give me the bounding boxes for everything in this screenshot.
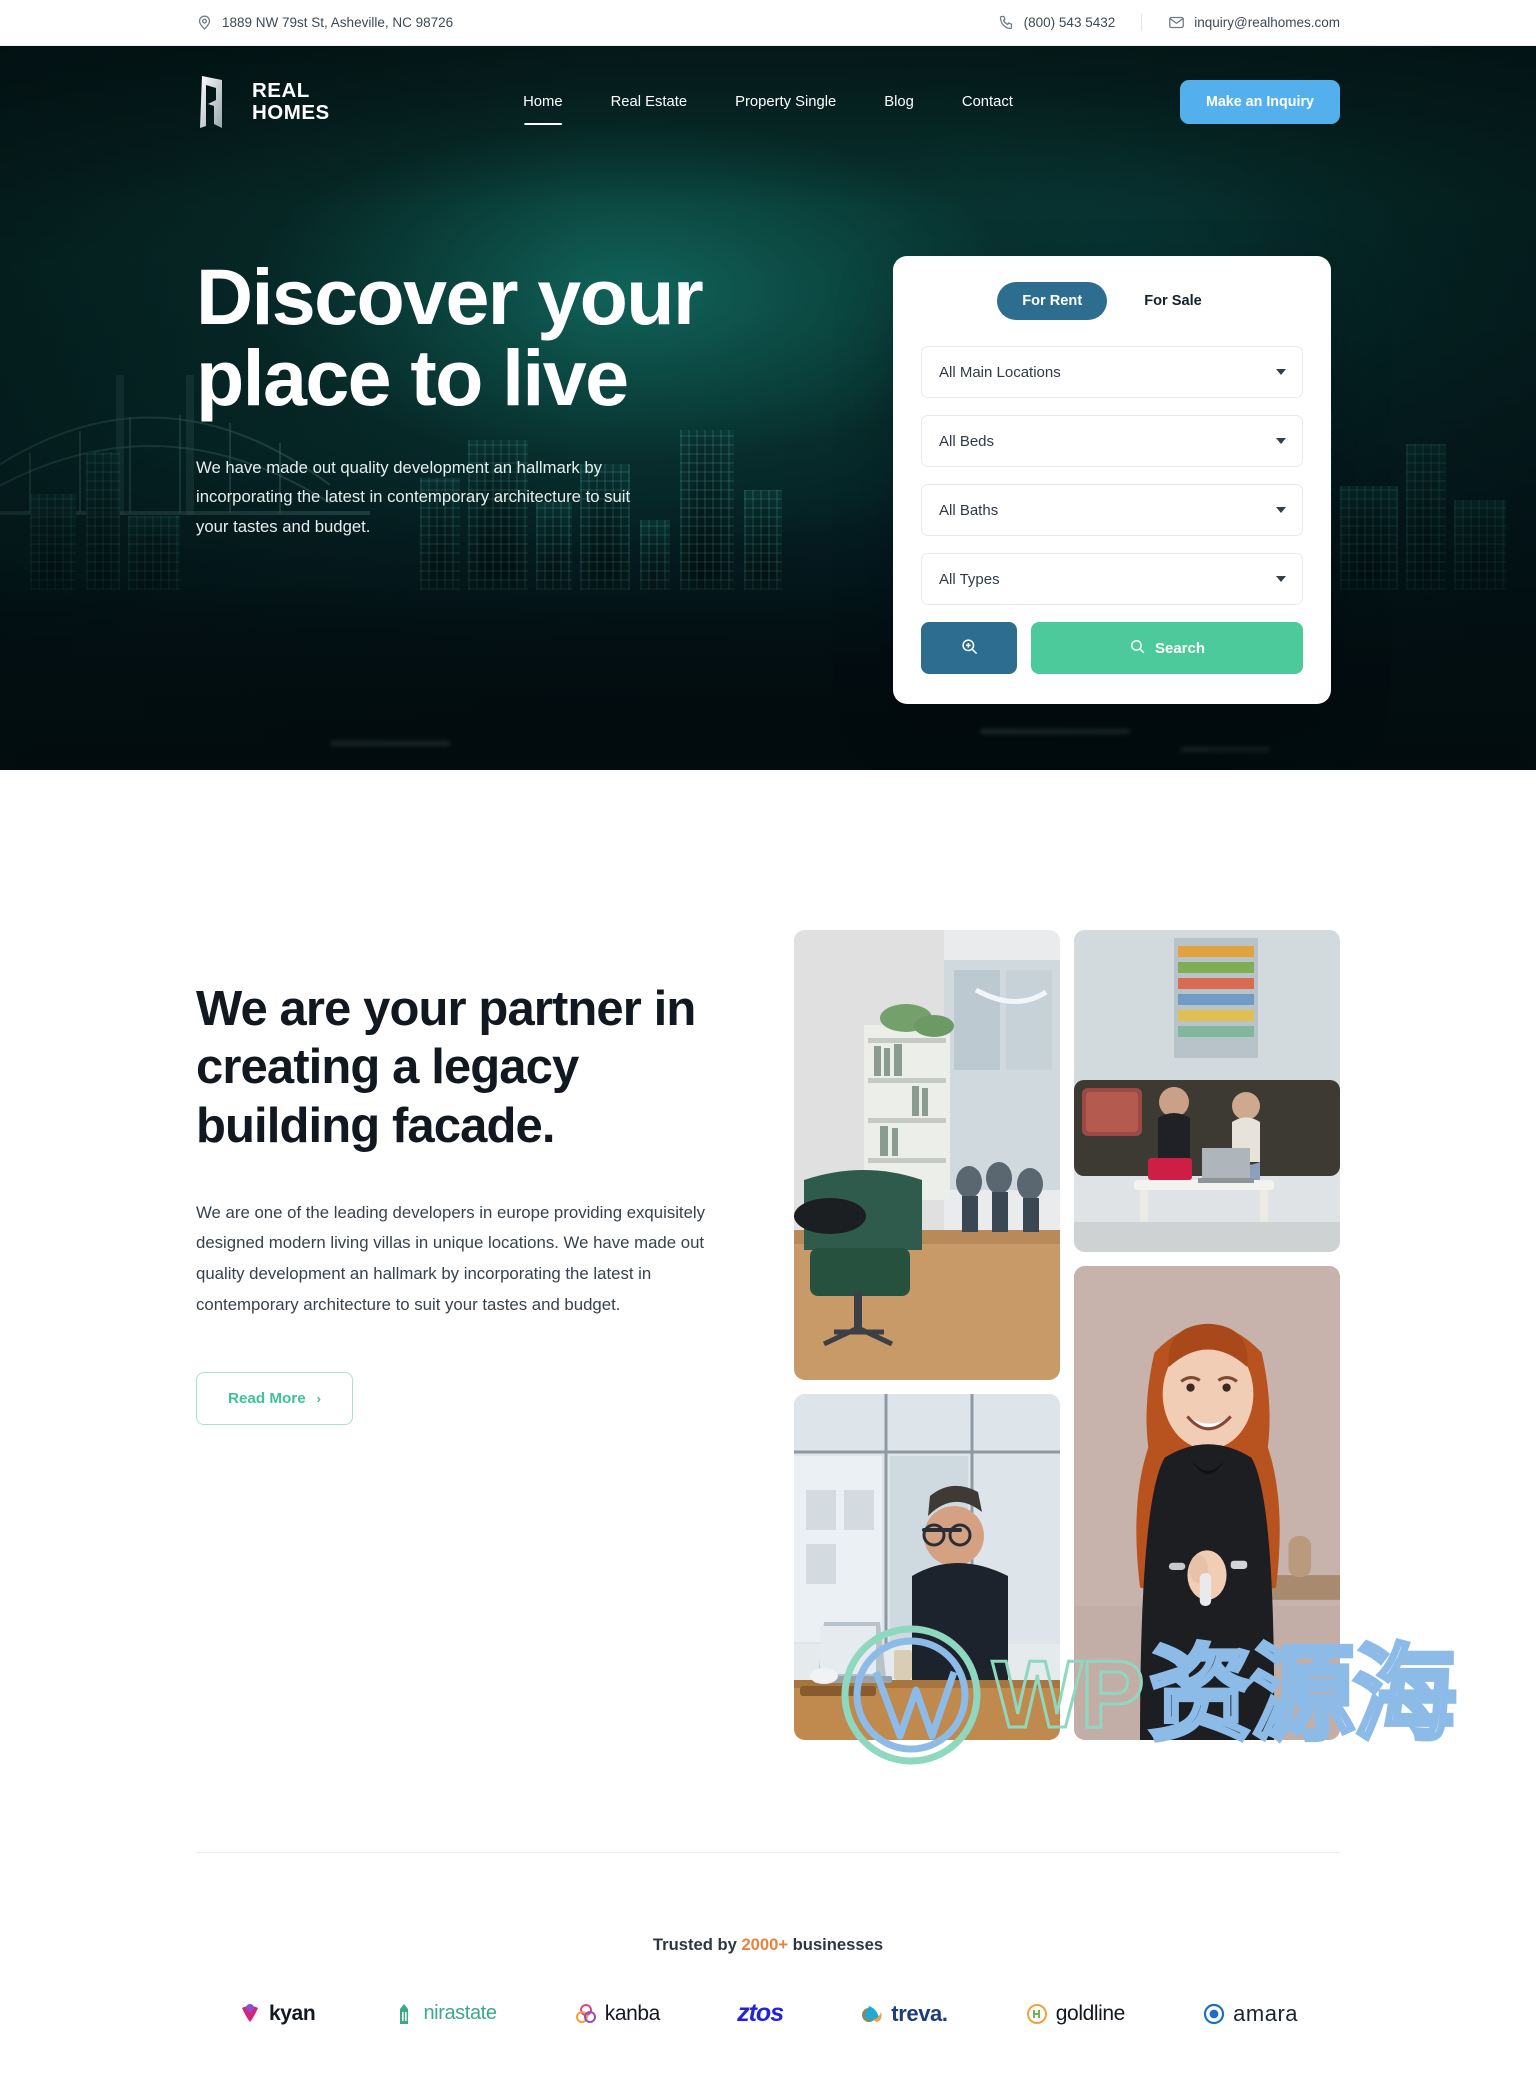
baths-select[interactable]: All Baths: [921, 484, 1303, 536]
hero-title: Discover your place to live: [196, 256, 836, 419]
make-an-inquiry-button[interactable]: Make an Inquiry: [1179, 80, 1340, 124]
trusted-by-label: Trusted by 2000+ businesses: [196, 1935, 1340, 1955]
email-text: inquiry@realhomes.com: [1194, 15, 1340, 30]
types-select-value: All Types: [939, 570, 1000, 588]
trusted-count: 2000+: [741, 1935, 789, 1954]
logo-amara-label: amara: [1233, 2000, 1298, 2026]
topbar-address: 1889 NW 79st St, Asheville, NC 98726: [196, 14, 453, 31]
logo-nirastate[interactable]: nirastate: [392, 2002, 497, 2026]
logo-line-1: REAL: [252, 79, 310, 103]
chevron-down-icon: [1276, 438, 1286, 444]
logo-goldline-label: goldline: [1055, 2001, 1126, 2025]
search-icon: [1129, 638, 1146, 659]
smiling-woman-photo: [1074, 1266, 1340, 1740]
about-section: We are your partner in creating a legacy…: [0, 770, 1536, 1740]
about-title: We are your partner in creating a legacy…: [196, 982, 696, 1153]
search-actions: Search: [921, 622, 1303, 674]
location-select-value: All Main Locations: [939, 363, 1061, 381]
topbar-phone[interactable]: (800) 543 5432: [972, 14, 1142, 31]
address-text: 1889 NW 79st St, Asheville, NC 98726: [222, 15, 454, 30]
tab-for-sale[interactable]: For Sale: [1119, 282, 1227, 320]
logo-wordmark: REAL HOMES: [252, 80, 330, 123]
search-tabs: For Rent For Sale: [921, 282, 1303, 320]
logo-treva[interactable]: treva.: [860, 2000, 948, 2027]
man-at-laptop-photo: [794, 1394, 1060, 1740]
kyan-glyph-icon: [238, 2002, 262, 2026]
nav-links: Home Real Estate Property Single Blog Co…: [499, 94, 1037, 110]
section-divider: [196, 1852, 1340, 1853]
search-button[interactable]: Search: [1031, 622, 1303, 674]
chevron-down-icon: [1276, 576, 1286, 582]
logo-kyan-label: kyan: [269, 2001, 316, 2025]
nav-link-real-estate[interactable]: Real Estate: [587, 94, 712, 110]
nav-link-contact[interactable]: Contact: [938, 94, 1037, 110]
nav-link-home[interactable]: Home: [499, 94, 586, 110]
main-navigation: REAL HOMES Home Real Estate Property Sin…: [0, 46, 1536, 158]
couple-on-sofa-photo: [1074, 930, 1340, 1252]
chevron-down-icon: [1276, 369, 1286, 375]
phone-icon: [998, 14, 1015, 31]
logo-ztos[interactable]: ztos: [737, 1999, 784, 2028]
office-lounge-photo: [794, 930, 1060, 1380]
trusted-suffix: businesses: [788, 1935, 884, 1954]
real-homes-logo-icon: [196, 74, 236, 130]
client-logos: kyan nirastate kanba ztos treva. goldlin…: [196, 1999, 1340, 2074]
logo-kyan[interactable]: kyan: [238, 2001, 316, 2026]
hero-title-line-1: Discover your: [196, 252, 704, 341]
nav-link-property-single[interactable]: Property Single: [711, 94, 860, 110]
baths-select-value: All Baths: [939, 501, 999, 519]
phone-text: (800) 543 5432: [1023, 15, 1116, 30]
map-pin-icon: [196, 14, 213, 31]
location-select[interactable]: All Main Locations: [921, 346, 1303, 398]
logo-kanba-label: kanba: [604, 2001, 661, 2025]
goldline-mark-icon: [1025, 2002, 1049, 2026]
nirastate-tower-icon: [392, 2002, 416, 2026]
logo-ztos-label: ztos: [737, 1999, 784, 2027]
read-more-label: Read More: [228, 1390, 306, 1408]
top-info-bar: 1889 NW 79st St, Asheville, NC 98726 (80…: [0, 0, 1536, 46]
kanba-circles-icon: [574, 2002, 598, 2026]
treva-mark-icon: [860, 2002, 884, 2026]
logo-line-2: HOMES: [252, 101, 330, 124]
tab-for-rent[interactable]: For Rent: [997, 282, 1108, 320]
about-image-grid: [794, 930, 1340, 1740]
about-paragraph: We are one of the leading developers in …: [196, 1202, 706, 1314]
site-logo[interactable]: REAL HOMES: [196, 74, 330, 130]
read-more-button[interactable]: Read More ›: [196, 1372, 353, 1426]
nav-link-blog[interactable]: Blog: [860, 94, 938, 110]
logo-amara[interactable]: amara: [1202, 2001, 1298, 2027]
zoom-in-icon: [960, 637, 979, 659]
trusted-prefix: Trusted by: [652, 1935, 742, 1954]
chevron-right-icon: ›: [316, 1391, 321, 1407]
hero-section: REAL HOMES Home Real Estate Property Sin…: [0, 46, 1536, 770]
hero-title-line-2: place to live: [196, 333, 629, 423]
trust-section: Trusted by 2000+ businesses kyan nirasta…: [0, 1740, 1536, 2074]
amara-target-icon: [1202, 2002, 1226, 2026]
advanced-search-button[interactable]: [921, 622, 1017, 674]
types-select[interactable]: All Types: [921, 553, 1303, 605]
logo-treva-label: treva.: [891, 2000, 948, 2026]
property-search-card: For Rent For Sale All Main Locations All…: [893, 256, 1331, 704]
logo-kanba[interactable]: kanba: [574, 2002, 660, 2026]
beds-select[interactable]: All Beds: [921, 415, 1303, 467]
hero-subtitle: We have made out quality development an …: [196, 457, 631, 537]
search-button-label: Search: [1154, 639, 1206, 657]
logo-goldline[interactable]: goldline: [1025, 2002, 1125, 2026]
topbar-email[interactable]: inquiry@realhomes.com: [1141, 14, 1340, 31]
beds-select-value: All Beds: [939, 432, 995, 450]
chevron-down-icon: [1276, 507, 1286, 513]
envelope-icon: [1168, 14, 1185, 31]
logo-nirastate-label: nirastate: [423, 2002, 497, 2024]
